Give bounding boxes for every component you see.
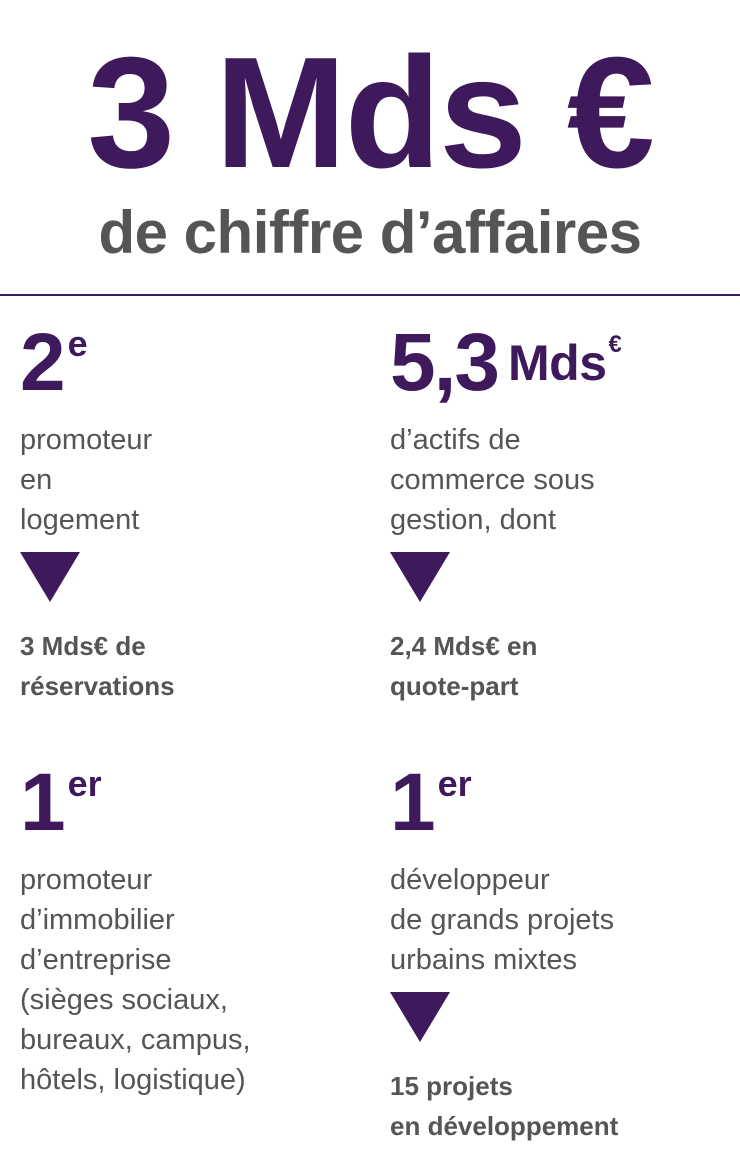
stat-rank: 1 er (390, 758, 730, 848)
desc-line: gestion, dont (390, 504, 557, 536)
stat-number: 1 (20, 757, 66, 848)
stat-ordinal-suffix: e (67, 323, 88, 364)
stat-currency: € (608, 331, 622, 358)
desc-line: promoteur (20, 864, 153, 896)
section-divider (0, 294, 740, 296)
infographic-page: 3 Mds € de chiffre d’affaires 2e promote… (0, 0, 740, 1151)
desc-line: commerce sous (390, 464, 595, 496)
stat-description: d’actifs de commerce sous gestion, dont (390, 420, 730, 540)
desc-line: en (20, 464, 53, 496)
down-arrow-icon (20, 552, 80, 602)
desc-line: promoteur (20, 424, 153, 456)
down-arrow-icon (390, 992, 450, 1042)
note-line: 3 Mds€ de (20, 631, 146, 661)
desc-line: urbains mixtes (390, 944, 577, 976)
stat-description: développeur de grands projets urbains mi… (390, 860, 730, 980)
stat-note: 3 Mds€ de réservations (20, 626, 360, 706)
desc-line: hôtels, logistique) (20, 1064, 246, 1096)
stat-rank: 1 er (20, 758, 360, 848)
desc-line: développeur (390, 864, 550, 896)
stat-block-retail-assets: 5,3 Mds€ d’actifs de commerce sous gestio… (390, 318, 730, 706)
stat-block-corporate-real-estate: 1 er promoteur d’immobilier d’entreprise … (20, 758, 360, 1100)
stat-description: promoteur en logement (20, 420, 360, 540)
stat-block-housing: 2e promoteur en logement 3 Mds€ de réser… (20, 318, 360, 706)
desc-line: d’entreprise (20, 944, 172, 976)
desc-line: de grands projets (390, 904, 615, 936)
desc-line: (sièges sociaux, (20, 984, 228, 1016)
stat-description: promoteur d’immobilier d’entreprise (siè… (20, 860, 360, 1100)
note-line: en développement (390, 1111, 619, 1141)
stat-block-urban-projects: 1 er développeur de grands projets urbain… (390, 758, 730, 1146)
stat-note: 2,4 Mds€ en quote-part (390, 626, 730, 706)
stat-rank: 2e (20, 318, 360, 408)
note-line: 15 projets (390, 1071, 513, 1101)
desc-line: logement (20, 504, 140, 536)
subheadline-revenue-label: de chiffre d’affaires (98, 199, 642, 266)
stat-ordinal-suffix: er (437, 763, 472, 804)
stat-note: 15 projets en développement (390, 1066, 730, 1146)
desc-line: bureaux, campus, (20, 1024, 251, 1056)
stat-number: 1 (390, 757, 436, 848)
stat-ordinal-suffix: er (67, 763, 102, 804)
down-arrow-icon (390, 552, 450, 602)
desc-line: d’actifs de (390, 424, 521, 456)
desc-line: d’immobilier (20, 904, 175, 936)
note-line: 2,4 Mds€ en (390, 631, 538, 661)
note-line: quote-part (390, 671, 519, 701)
stat-number: 2 (20, 317, 66, 408)
stat-unit: Mds (508, 335, 607, 391)
stat-number: 5,3 (390, 317, 500, 408)
note-line: réservations (20, 671, 175, 701)
stat-amount: 5,3 Mds€ (390, 318, 730, 408)
headline-revenue: 3 Mds € (87, 25, 655, 201)
